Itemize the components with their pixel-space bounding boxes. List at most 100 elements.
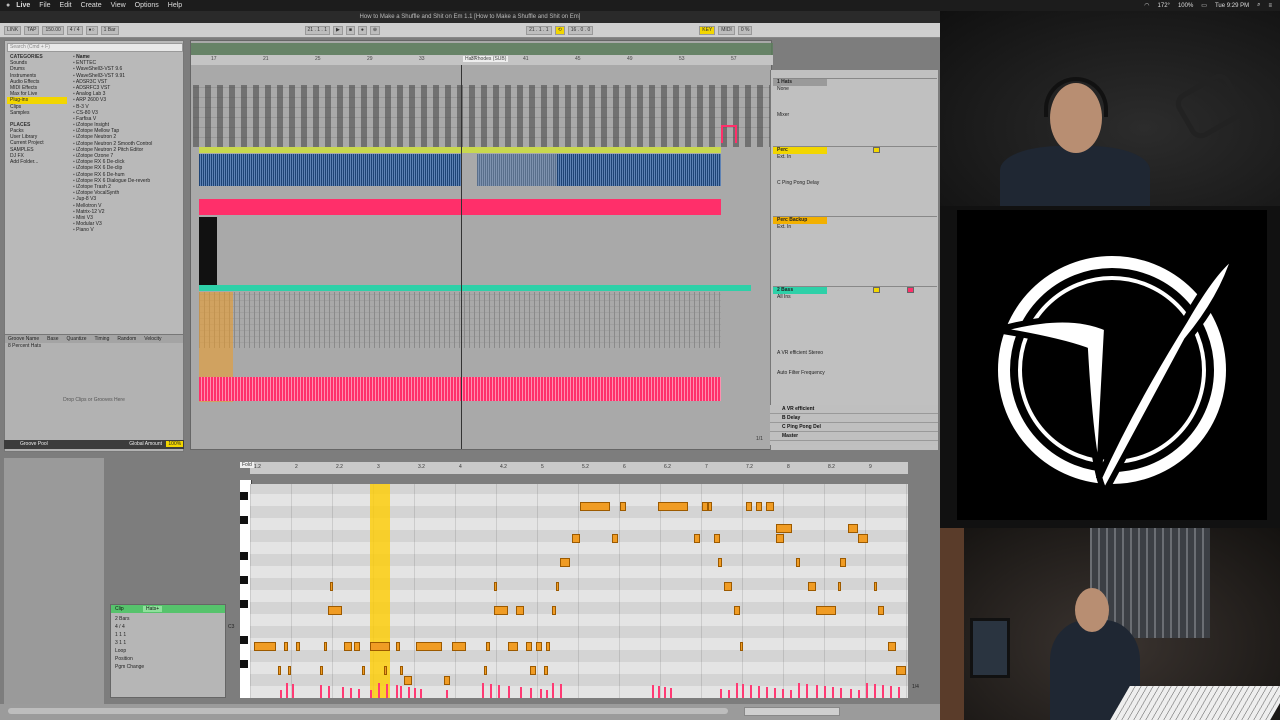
black-key[interactable] (240, 660, 248, 668)
black-key[interactable] (240, 516, 248, 524)
midi-note[interactable] (694, 534, 700, 543)
track-input-perc-backup[interactable]: Ext. In (773, 224, 937, 230)
midi-note[interactable] (724, 582, 732, 591)
track-input-hats[interactable]: None (773, 86, 937, 92)
midi-note[interactable] (796, 558, 800, 567)
midi-note[interactable] (620, 502, 626, 511)
bass-audio-waveform[interactable] (199, 377, 721, 401)
velocity-marker[interactable] (790, 690, 792, 698)
track-arm-bass[interactable] (907, 287, 914, 293)
perc-backup-small-clip[interactable] (199, 217, 217, 287)
track-activator-bass[interactable] (873, 287, 880, 293)
track-input-perc[interactable]: Ext. In (773, 154, 937, 160)
track-name-bass[interactable]: 2 Bass (773, 287, 827, 294)
menu-help[interactable]: Help (168, 2, 182, 9)
quantize-select[interactable]: 1 Bar (100, 25, 119, 35)
clip-loop-label[interactable]: Loop (115, 647, 221, 655)
midi-note[interactable] (494, 606, 508, 615)
velocity-marker[interactable] (530, 688, 532, 698)
midi-note[interactable] (546, 642, 550, 651)
browser-search-input[interactable]: Search (Cmd + F) (7, 43, 183, 52)
arrangement-ruler[interactable]: Hat Rhodes (SUB) 17 21 25 29 33 37 41 45 49 53 57 (191, 55, 773, 65)
midi-note[interactable] (878, 606, 884, 615)
groove-row[interactable]: 8 Percent Hats (5, 343, 183, 349)
menu-file[interactable]: File (39, 2, 50, 9)
midi-note[interactable] (544, 666, 548, 675)
battery-icon[interactable]: ▭ (1201, 2, 1207, 9)
midi-note[interactable] (874, 582, 877, 591)
midi-note[interactable] (838, 582, 841, 591)
piano-roll-ruler[interactable]: 1.2 2 2.2 3 3.2 4 4.2 5 5.2 6 6.2 7 7.2 8 8.2 9 (250, 462, 908, 474)
midi-note[interactable] (848, 524, 858, 533)
midi-note[interactable] (254, 642, 276, 651)
velocity-marker[interactable] (414, 688, 416, 698)
place-add-folder[interactable]: Add Folder... (7, 159, 67, 165)
song-position[interactable]: 21 . 1 . 1 (304, 25, 330, 35)
midi-note[interactable] (552, 606, 556, 615)
menu-list-icon[interactable]: ≡ (1268, 3, 1272, 9)
track-input-bass[interactable]: All Ins (773, 294, 937, 300)
master-track[interactable]: Master (770, 432, 938, 441)
clip-name-field[interactable]: Hats+ (143, 606, 163, 612)
groove-col-random[interactable]: Random (117, 335, 136, 343)
midi-note[interactable] (556, 582, 559, 591)
midi-note[interactable] (400, 666, 403, 675)
global-amount-value[interactable]: 100% (166, 441, 184, 447)
midi-note[interactable] (344, 642, 352, 651)
browser-item[interactable]: Piano V (69, 227, 177, 233)
black-key[interactable] (240, 576, 248, 584)
time-selection[interactable] (370, 484, 390, 698)
midi-note[interactable] (328, 606, 342, 615)
midi-note[interactable] (452, 642, 466, 651)
track-selector[interactable] (744, 707, 840, 716)
stop-icon[interactable]: ■ (345, 25, 355, 35)
search-icon[interactable]: ⌕ (1257, 2, 1260, 9)
midi-note[interactable] (896, 666, 906, 675)
midi-note[interactable] (766, 502, 774, 511)
return-a[interactable]: A VR efficient (770, 405, 938, 414)
groove-col-base[interactable]: Base (47, 335, 58, 343)
velocity-marker[interactable] (816, 685, 818, 698)
velocity-marker[interactable] (280, 690, 282, 698)
velocity-marker[interactable] (858, 690, 860, 698)
midi-note[interactable] (526, 642, 532, 651)
velocity-marker[interactable] (386, 684, 388, 698)
meter-field[interactable]: 4 / 4 (66, 25, 83, 35)
groove-pool-label[interactable]: Groove Pool (20, 441, 48, 447)
midi-note[interactable] (560, 558, 570, 567)
metronome-icon[interactable]: ●○ (85, 25, 98, 35)
velocity-marker[interactable] (832, 687, 834, 698)
midi-note[interactable] (404, 676, 412, 685)
midi-note[interactable] (324, 642, 327, 651)
track-activator-perc[interactable] (873, 147, 880, 153)
perc-waveform-3[interactable] (557, 154, 721, 186)
track-name-hats[interactable]: 1 Hats (773, 79, 827, 86)
velocity-marker[interactable] (720, 689, 722, 698)
groove-col-timing[interactable]: Timing (95, 335, 110, 343)
midi-note[interactable] (508, 642, 518, 651)
velocity-marker[interactable] (866, 683, 868, 698)
clip-start[interactable]: 1 1 1 (115, 631, 221, 639)
black-key[interactable] (240, 600, 248, 608)
groove-col-quantize[interactable]: Quantize (67, 335, 87, 343)
wifi-icon[interactable]: ◠ (1144, 2, 1149, 9)
velocity-marker[interactable] (874, 684, 876, 698)
midi-note[interactable] (494, 582, 497, 591)
black-key[interactable] (240, 636, 248, 644)
clip-end[interactable]: 3 1 1 (115, 639, 221, 647)
menu-create[interactable]: Create (81, 2, 102, 9)
velocity-marker[interactable] (498, 685, 500, 698)
midi-note[interactable] (416, 642, 442, 651)
apple-icon[interactable]: ● (6, 2, 10, 9)
velocity-marker[interactable] (850, 689, 852, 698)
midi-note[interactable] (288, 666, 291, 675)
velocity-marker[interactable] (658, 686, 660, 698)
perc-clip-bar[interactable] (199, 147, 721, 153)
midi-note[interactable] (354, 642, 360, 651)
velocity-marker[interactable] (446, 690, 448, 698)
midi-note[interactable] (284, 642, 288, 651)
velocity-marker[interactable] (552, 683, 554, 698)
record-icon[interactable]: ● (357, 25, 367, 35)
fold-button[interactable]: Fold (240, 462, 254, 468)
link-button[interactable]: LINK (4, 25, 22, 35)
